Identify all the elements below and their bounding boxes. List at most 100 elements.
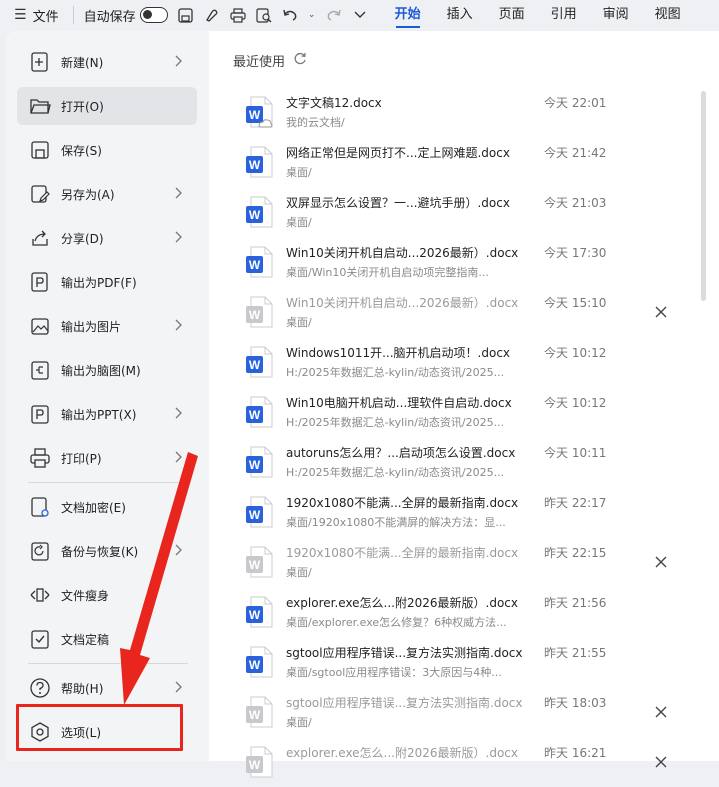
file-name: 1920x1080不能满...全屏的最新指南.docx bbox=[286, 496, 519, 510]
menu-item-label: 文档定稿 bbox=[61, 632, 110, 647]
tab-2[interactable]: 页面 bbox=[486, 0, 538, 30]
file-name: sgtool应用程序错误...复方法实测指南.docx bbox=[286, 696, 523, 710]
save-icon[interactable] bbox=[178, 7, 194, 23]
svg-text:W: W bbox=[249, 208, 261, 222]
chevron-right-icon bbox=[175, 544, 183, 559]
recent-file-row[interactable]: W 1920x1080不能满...全屏的最新指南.docx 桌面/1920x1080… bbox=[245, 491, 705, 537]
menu-item-3[interactable]: 另存为(A) bbox=[17, 175, 197, 213]
menu-item-12[interactable]: 文件瘦身 bbox=[17, 576, 197, 614]
svg-text:W: W bbox=[249, 708, 261, 722]
word-doc-icon: W bbox=[245, 396, 275, 430]
format-painter-icon[interactable] bbox=[204, 7, 220, 23]
file-path: H:/2025年数据汇总-kylin/动态资讯/2025... bbox=[286, 416, 505, 429]
word-doc-icon: W bbox=[245, 146, 275, 180]
file-path: H:/2025年数据汇总-kylin/动态资讯/2025... bbox=[286, 366, 505, 379]
print-icon[interactable] bbox=[229, 7, 246, 23]
save-as-icon bbox=[29, 183, 51, 205]
menu-item-label: 输出为PPT(X) bbox=[61, 407, 137, 422]
undo-icon[interactable] bbox=[282, 7, 298, 23]
menu-item-13[interactable]: 文档定稿 bbox=[17, 620, 197, 658]
hamburger-icon: ☰ bbox=[14, 7, 27, 23]
autosave-toggle[interactable] bbox=[139, 7, 168, 23]
quick-access-icons: ⌄ bbox=[178, 7, 368, 23]
menu-item-0[interactable]: 新建(N) bbox=[17, 43, 197, 81]
more-chevron-icon[interactable] bbox=[352, 7, 368, 23]
menu-item-label: 新建(N) bbox=[61, 55, 104, 70]
file-name: explorer.exe怎么...附2026最新版）.docx bbox=[286, 596, 519, 610]
file-time: 今天 22:01 bbox=[544, 96, 607, 110]
refresh-icon[interactable] bbox=[293, 52, 307, 70]
menu-item-label: 输出为脑图(M) bbox=[61, 363, 141, 378]
menu-item-6[interactable]: 输出为图片 bbox=[17, 307, 197, 345]
file-time: 今天 10:11 bbox=[544, 446, 607, 460]
menu-item-11[interactable]: 备份与恢复(K) bbox=[17, 532, 197, 570]
file-path: 桌面/Win10关闭开机自启动项完整指南... bbox=[286, 266, 489, 279]
menu-item-2[interactable]: 保存(S) bbox=[17, 131, 197, 169]
tab-5[interactable]: 视图 bbox=[642, 0, 694, 30]
file-path: 桌面/ bbox=[286, 216, 312, 229]
svg-text:W: W bbox=[249, 458, 261, 472]
tab-3[interactable]: 引用 bbox=[538, 0, 590, 30]
file-menu-button[interactable]: ☰ 文件 bbox=[10, 3, 63, 27]
file-time: 今天 15:10 bbox=[544, 296, 607, 310]
ribbon-tabs: 开始 插入 页面 引用 审阅 视图 bbox=[382, 0, 694, 30]
menu-item-label: 帮助(H) bbox=[61, 681, 104, 696]
file-name: Windows1011开...脑开机启动项！.docx bbox=[286, 346, 511, 360]
menu-item-label: 保存(S) bbox=[61, 143, 102, 158]
menu-item-8[interactable]: 输出为PPT(X) bbox=[17, 395, 197, 433]
recent-file-row[interactable]: W 文字文稿12.docx 我的云文档/今天 22:01 bbox=[245, 91, 705, 137]
recent-file-row[interactable]: Wsgtool应用程序错误...复方法实测指南.docx 桌面/昨天 18:03 bbox=[245, 691, 705, 737]
redo-icon[interactable] bbox=[326, 7, 342, 23]
menu-item-1[interactable]: 打开(O) bbox=[17, 87, 197, 125]
print-preview-icon[interactable] bbox=[255, 7, 272, 23]
options-highlight-box bbox=[16, 704, 183, 751]
svg-text:W: W bbox=[249, 408, 261, 422]
file-time: 今天 21:42 bbox=[544, 146, 607, 160]
menu-item-14[interactable]: 帮助(H) bbox=[17, 669, 197, 707]
recent-files-panel: 最近使用 W 文字文稿12.docx 我的云文档/今天 22:01 W 网络正常但是网页… bbox=[209, 31, 719, 778]
file-time: 今天 10:12 bbox=[544, 396, 607, 410]
file-path: 桌面/explorer.exe怎么修复？6种权威方法... bbox=[286, 616, 507, 629]
menu-item-label: 分享(D) bbox=[61, 231, 104, 246]
menu-item-4[interactable]: 分享(D) bbox=[17, 219, 197, 257]
file-name: 文字文稿12.docx bbox=[286, 96, 382, 110]
file-time: 今天 21:03 bbox=[544, 196, 607, 210]
menu-item-label: 备份与恢复(K) bbox=[61, 544, 139, 559]
tab-0[interactable]: 开始 bbox=[382, 0, 434, 30]
menu-item-label: 打开(O) bbox=[61, 99, 104, 114]
svg-text:W: W bbox=[249, 108, 261, 122]
tab-4[interactable]: 审阅 bbox=[590, 0, 642, 30]
file-path: 桌面/ bbox=[286, 716, 312, 729]
menu-item-label: 文档加密(E) bbox=[61, 500, 126, 515]
menu-divider bbox=[28, 482, 188, 483]
file-path: 桌面/ bbox=[286, 316, 312, 329]
recent-file-row[interactable]: W 双屏显示怎么设置？一...避坑手册）.docx 桌面/今天 21:03 bbox=[245, 191, 705, 237]
remove-close-icon[interactable] bbox=[655, 303, 667, 322]
recent-file-row[interactable]: Wexplorer.exe怎么...附2026最新版）.docx 昨天 16:21 bbox=[245, 741, 705, 787]
menu-item-label: 输出为图片 bbox=[61, 319, 122, 334]
file-name: sgtool应用程序错误...复方法实测指南.docx bbox=[286, 646, 523, 660]
autosave-control[interactable]: 自动保存 bbox=[84, 6, 168, 25]
menu-item-9[interactable]: 打印(P) bbox=[17, 439, 197, 477]
remove-close-icon[interactable] bbox=[655, 703, 667, 722]
svg-text:W: W bbox=[249, 558, 261, 572]
menu-item-10[interactable]: 文档加密(E) bbox=[17, 488, 197, 526]
recent-file-row[interactable]: W Windows1011开...脑开机启动项！.docx H:/2025年数据汇总… bbox=[245, 341, 705, 387]
undo-dropdown-icon[interactable]: ⌄ bbox=[308, 7, 316, 23]
recent-file-row[interactable]: W Win10电脑开机启动...理软件自启动.docx H:/2025年数据汇总-k… bbox=[245, 391, 705, 437]
menu-item-5[interactable]: 输出为PDF(F) bbox=[17, 263, 197, 301]
recent-file-row[interactable]: W Win10关闭开机自启动...2026最新）.docx 桌面/今天 15:10 bbox=[245, 291, 705, 337]
recent-file-row[interactable]: W 1920x1080不能满...全屏的最新指南.docx 桌面/昨天 22:15 bbox=[245, 541, 705, 587]
recent-file-row[interactable]: Wautoruns怎么用？...启动项怎么设置.docx H:/2025年数据汇总… bbox=[245, 441, 705, 487]
recent-file-row[interactable]: W Win10关闭开机自启动...2026最新）.docx 桌面/Win10关闭开机… bbox=[245, 241, 705, 287]
remove-close-icon[interactable] bbox=[655, 753, 667, 772]
recent-file-row[interactable]: W 网络正常但是网页打不...定上网难题.docx 桌面/今天 21:42 bbox=[245, 141, 705, 187]
remove-close-icon[interactable] bbox=[655, 553, 667, 572]
mindmap-icon bbox=[29, 359, 51, 381]
file-name: explorer.exe怎么...附2026最新版）.docx bbox=[286, 746, 519, 760]
word-doc-icon: W bbox=[245, 346, 275, 380]
recent-file-row[interactable]: Wsgtool应用程序错误...复方法实测指南.docx 桌面/sgtool应用程… bbox=[245, 641, 705, 687]
menu-item-7[interactable]: 输出为脑图(M) bbox=[17, 351, 197, 389]
recent-file-row[interactable]: Wexplorer.exe怎么...附2026最新版）.docx 桌面/explo… bbox=[245, 591, 705, 637]
tab-1[interactable]: 插入 bbox=[434, 0, 486, 30]
